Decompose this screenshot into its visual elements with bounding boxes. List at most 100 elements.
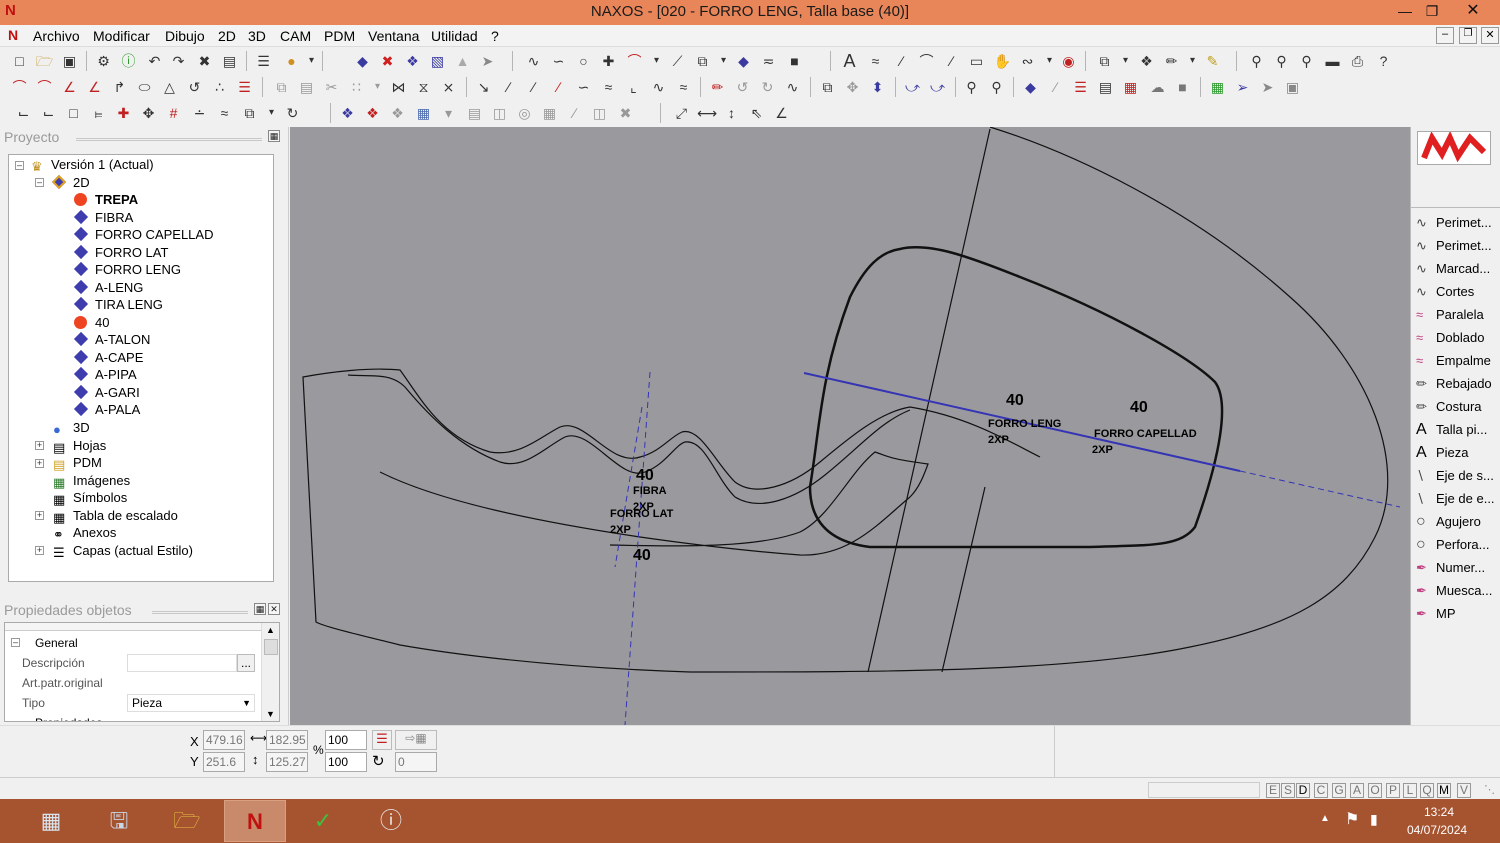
info-icon[interactable]: ⓘ [119,52,138,70]
collapse-toggle[interactable]: – [35,178,44,187]
status-flag-o[interactable]: O [1368,783,1382,798]
status-flag-m[interactable]: M [1437,783,1451,798]
slant-icon[interactable]: ∕ [942,52,961,70]
line-icon[interactable]: ⟋ [668,52,687,70]
dropdown-arrow-icon[interactable]: ▾ [647,52,666,70]
wave-3-icon[interactable]: ≈ [674,78,693,96]
curve-icon[interactable]: ∽ [549,52,568,70]
tool-paralela[interactable]: ≈ Paralela [1416,304,1500,326]
properties-panel-dock-button[interactable]: ▦ [254,603,266,615]
rotation-field[interactable]: 0 [395,752,437,772]
block-2-icon[interactable]: ■ [1173,78,1192,96]
page-icon[interactable]: □ [64,104,83,122]
dim-radius-icon[interactable]: ⇖ [747,104,766,122]
collapse-toggle[interactable]: – [11,638,20,647]
tree-item-imagenes[interactable]: ▦ Imágenes [53,472,130,490]
delete-icon[interactable]: ✖ [195,52,214,70]
tray-flag-icon[interactable]: ⚑ [1345,809,1359,829]
smooth-icon[interactable]: ≈ [599,78,618,96]
tool-pieza[interactable]: A Pieza [1416,442,1500,464]
text-icon[interactable]: A [840,52,859,70]
tool-perimetro-1[interactable]: ∿ Perimet... [1416,212,1500,234]
menu-dibujo[interactable]: Dibujo [165,28,205,44]
dropdown-arrow-icon[interactable]: ▾ [368,78,387,96]
tree-item-a-pipa[interactable]: A-PIPA [73,366,137,383]
tool-eje-simetria[interactable]: ∖ Eje de s... [1416,465,1500,487]
rotate-icon[interactable]: ↻ [283,104,302,122]
scale-apply-icon[interactable]: ☰ [372,730,392,750]
wave-icon[interactable]: ≈ [866,52,885,70]
dropdown-arrow-icon[interactable]: ▾ [262,104,281,122]
unlink-icon[interactable]: ⨯ [439,78,458,96]
ruler-icon[interactable]: ▬ [1323,52,1342,70]
menu-3d[interactable]: 3D [248,28,266,44]
node-icon[interactable]: ❖ [403,52,422,70]
scale-x-field[interactable]: 100 [325,730,367,750]
zoom-fit-icon[interactable]: ⚲ [1297,52,1316,70]
tree-item-tabla-escalado[interactable]: ▦ Tabla de escalado [53,507,178,525]
arc-tool-2-icon[interactable]: ⌒ [35,78,54,96]
rotate-icon[interactable]: ↻ [372,752,385,770]
status-flag-g[interactable]: G [1332,783,1346,798]
status-flag-a[interactable]: A [1350,783,1364,798]
properties-panel-close-button[interactable]: ✕ [268,603,280,615]
style-icon[interactable]: ● [282,52,301,70]
status-flag-c[interactable]: C [1314,783,1328,798]
tree-item-40[interactable]: 40 [73,314,109,331]
stack-icon[interactable]: ▣ [1283,78,1302,96]
stretch-icon[interactable]: ∸ [190,104,209,122]
tree-item-forro-lat[interactable]: FORRO LAT [73,244,168,261]
join-icon[interactable]: ∽ [574,78,593,96]
hand-icon[interactable]: ✋ [993,52,1012,70]
undo-icon[interactable]: ↶ [145,52,164,70]
sync-icon[interactable]: ➤ [1258,78,1277,96]
zoom-icon[interactable]: ⚲ [1247,52,1266,70]
width-field[interactable]: 182.95 [266,730,308,750]
menu-2d[interactable]: 2D [218,28,236,44]
help-icon[interactable]: ? [1374,52,1393,70]
spiral-icon[interactable]: ↺ [185,78,204,96]
pencils-icon[interactable]: ✏ [1162,52,1181,70]
transform-apply-icon[interactable]: ⇨▦ [395,730,437,750]
tree-item-anexos[interactable]: ⚭ Anexos [53,524,116,542]
slash-icon[interactable]: ∕ [892,52,911,70]
stitch-icon[interactable]: ❖ [1137,52,1156,70]
tipo-select[interactable]: Pieza ▼ [127,694,255,712]
redo-icon[interactable]: ↷ [169,52,188,70]
piece-select-icon[interactable]: ❖ [338,104,357,122]
frame-icon[interactable]: ◫ [590,104,609,122]
mdi-minimize-button[interactable]: – [1436,27,1454,44]
cloud-icon[interactable]: ☁ [1148,78,1167,96]
tree-item-a-gari[interactable]: A-GARI [73,384,140,401]
expand-toggle[interactable]: + [35,459,44,468]
window-icon[interactable]: ▤ [1096,78,1115,96]
tool-talla-pieza[interactable]: A Talla pi... [1416,419,1500,441]
move-2-icon[interactable]: ⤻ [928,78,947,96]
pencil-icon[interactable]: ✏ [708,78,727,96]
tool-agujero[interactable]: ○ Agujero [1416,511,1500,533]
tree-item-version[interactable]: ♛ Versión 1 (Actual) [31,156,154,174]
tool-mp[interactable]: ✒ MP [1416,603,1500,625]
taskbar-app-info-icon[interactable]: ⓘ [360,800,422,842]
tool-perimetro-2[interactable]: ∿ Perimet... [1416,235,1500,257]
tool-numerado[interactable]: ✒ Numer... [1416,557,1500,579]
dim-vertical-icon[interactable]: ↕ [722,104,741,122]
tree-item-2d[interactable]: 2D [51,174,90,191]
scale-y-field[interactable]: 100 [325,752,367,772]
pointer-icon[interactable]: ⧉ [240,104,259,122]
twist-icon[interactable]: ∿ [783,78,802,96]
flip-icon[interactable]: ⧖ [414,78,433,96]
taskbar-explorer-icon[interactable]: 🖫 [88,800,150,842]
triangle-icon[interactable]: △ [160,78,179,96]
ellipse-icon[interactable]: ⬭ [135,78,154,96]
highlight-icon[interactable]: ✎ [1203,52,1222,70]
tree-item-simbolos[interactable]: ▦ Símbolos [53,489,127,507]
drawing-canvas[interactable]: 40 FIBRA 2XP FORRO LAT 2XP 40 40 FORRO L… [290,127,1410,725]
taskbar-folder-icon[interactable]: 🗁 [156,800,218,842]
hash-red-icon[interactable]: # [164,104,183,122]
rotate-ccw-icon[interactable]: ↺ [733,78,752,96]
menu-ventana[interactable]: Ventana [368,28,419,44]
tray-network-icon[interactable]: ▮ [1370,811,1378,828]
status-flag-p[interactable]: P [1386,783,1400,798]
tree-item-forro-capellad[interactable]: FORRO CAPELLAD [73,226,213,243]
